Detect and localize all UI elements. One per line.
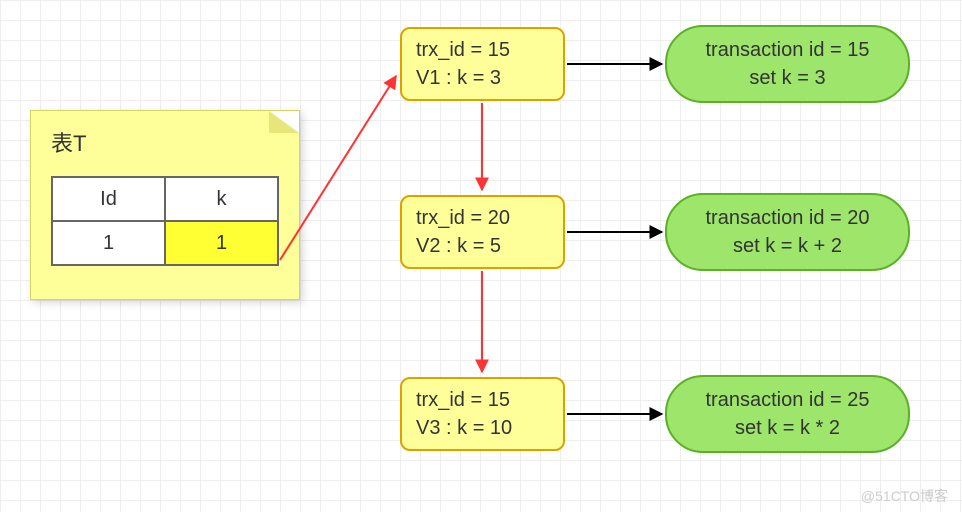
transaction-box-2: transaction id = 20 set k = k + 2 [665,193,910,271]
table-t-title: 表T [51,126,279,158]
table-row: Id k [52,177,278,221]
transaction-op: set k = k * 2 [735,414,840,442]
table-t-note: 表T Id k 1 1 [30,110,300,300]
transaction-op: set k = k + 2 [733,232,842,260]
version-trx-id: trx_id = 20 [416,204,549,232]
table-t: Id k 1 1 [51,176,279,266]
transaction-id: transaction id = 20 [706,204,870,232]
version-value: V2 : k = 5 [416,232,549,260]
col-k-header: k [165,177,278,221]
transaction-id: transaction id = 15 [706,36,870,64]
version-box-1: trx_id = 15 V1 : k = 3 [400,27,565,101]
version-box-3: trx_id = 15 V3 : k = 10 [400,377,565,451]
transaction-box-1: transaction id = 15 set k = 3 [665,25,910,103]
version-trx-id: trx_id = 15 [416,386,549,414]
table-row: 1 1 [52,221,278,265]
watermark: @51CTO博客 [861,486,948,506]
cell-k-value: 1 [165,221,278,265]
cell-id-value: 1 [52,221,165,265]
version-value: V3 : k = 10 [416,414,549,442]
version-value: V1 : k = 3 [416,64,549,92]
version-trx-id: trx_id = 15 [416,36,549,64]
transaction-op: set k = 3 [749,64,825,92]
transaction-id: transaction id = 25 [706,386,870,414]
col-id-header: Id [52,177,165,221]
transaction-box-3: transaction id = 25 set k = k * 2 [665,375,910,453]
version-box-2: trx_id = 20 V2 : k = 5 [400,195,565,269]
